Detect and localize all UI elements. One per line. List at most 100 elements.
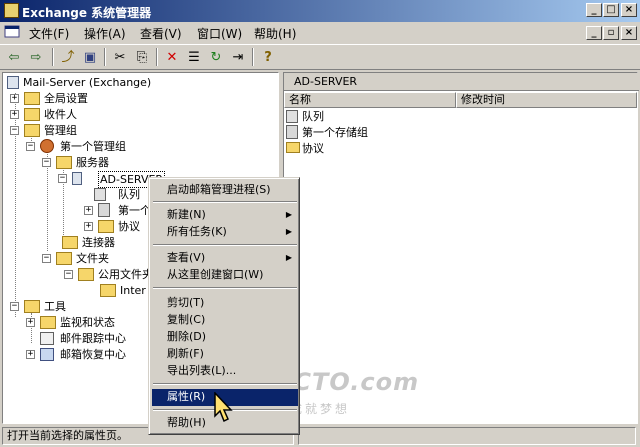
queue-icon xyxy=(286,110,298,123)
submenu-arrow-icon: ▶ xyxy=(285,227,292,236)
menu-view[interactable]: 查看(V) xyxy=(140,25,182,42)
menu-action[interactable]: 操作(A) xyxy=(84,25,126,42)
list-item-label: 队列 xyxy=(302,110,324,123)
mouse-cursor-icon xyxy=(214,392,233,423)
folder-icon xyxy=(40,316,56,329)
collapse-toggle[interactable]: − xyxy=(58,174,67,183)
menu-file[interactable]: 文件(F) xyxy=(29,25,69,42)
menu-separator xyxy=(153,383,297,385)
back-arrow-icon[interactable]: ⇦ xyxy=(4,48,24,67)
submenu-arrow-icon: ▶ xyxy=(285,253,292,262)
menu-item-start-mailbox-manager[interactable]: 启动邮箱管理进程(S) xyxy=(152,182,298,199)
show-hide-tree-icon[interactable]: ▣ xyxy=(80,48,100,67)
folder-icon xyxy=(24,300,40,313)
menu-item-copy[interactable]: 复制(C) xyxy=(152,312,298,329)
menu-separator xyxy=(153,244,297,246)
child-minimize-button[interactable]: _ xyxy=(586,26,602,40)
child-restore-button[interactable]: ▫ xyxy=(603,26,619,40)
tree-label: 文件夹 xyxy=(76,252,109,265)
forward-arrow-icon[interactable]: ⇨ xyxy=(26,48,46,67)
menu-item-label: 导出列表(L)... xyxy=(167,364,237,377)
menu-window[interactable]: 窗口(W) xyxy=(197,25,242,42)
server-icon xyxy=(72,172,82,185)
menu-item-new-window[interactable]: 从这里创建窗口(W) xyxy=(152,267,298,284)
expand-toggle[interactable]: + xyxy=(26,318,35,327)
admin-group-icon xyxy=(40,139,54,153)
expand-toggle[interactable]: + xyxy=(10,110,19,119)
tree-label: 监视和状态 xyxy=(60,316,115,329)
expand-toggle[interactable]: + xyxy=(84,206,93,215)
refresh-icon[interactable]: ↻ xyxy=(206,48,226,67)
menu-item-refresh[interactable]: 刷新(F) xyxy=(152,346,298,363)
folder-icon xyxy=(100,284,116,297)
message-tracking-icon xyxy=(40,332,54,345)
tree-label: 连接器 xyxy=(82,236,115,249)
toolbar-separator xyxy=(252,48,254,66)
maximize-button[interactable]: □ xyxy=(603,3,619,17)
submenu-arrow-icon: ▶ xyxy=(285,210,292,219)
window-title: Exchange 系统管理器 xyxy=(22,6,152,20)
list-item-label: 第一个存储组 xyxy=(302,126,368,139)
menu-bar: 文件(F) 操作(A) 查看(V) 窗口(W) 帮助(H) _ ▫ × xyxy=(0,22,640,43)
console-window-icon[interactable] xyxy=(4,24,20,40)
delete-icon[interactable]: ✕ xyxy=(162,48,182,67)
collapse-toggle[interactable]: − xyxy=(64,270,73,279)
folder-icon xyxy=(98,220,114,233)
queue-icon xyxy=(94,188,106,201)
copy-icon[interactable]: ⎘ xyxy=(132,48,152,67)
storage-group-icon xyxy=(286,125,298,139)
tree-label: 协议 xyxy=(118,220,140,233)
menu-item-view[interactable]: 查看(V) ▶ xyxy=(152,250,298,267)
details-pane-title: AD-SERVER xyxy=(284,73,639,91)
menu-item-all-tasks[interactable]: 所有任务(K) ▶ xyxy=(152,224,298,241)
menu-item-delete[interactable]: 删除(D) xyxy=(152,329,298,346)
tree-label: 收件人 xyxy=(44,108,77,121)
title-bar[interactable]: Exchange 系统管理器 _ □ × xyxy=(0,0,640,22)
exchange-app-icon xyxy=(4,3,19,18)
folder-icon xyxy=(56,156,72,169)
tree-label: 队列 xyxy=(118,188,140,201)
export-icon[interactable]: ⇥ xyxy=(228,48,248,67)
collapse-toggle[interactable]: − xyxy=(10,302,19,311)
menu-item-label: 删除(D) xyxy=(167,330,207,343)
menu-item-label: 刷新(F) xyxy=(167,347,204,360)
menu-item-cut[interactable]: 剪切(T) xyxy=(152,295,298,312)
help-icon[interactable]: ? xyxy=(258,48,278,67)
tree-root-label: Mail-Server (Exchange) xyxy=(23,76,152,89)
collapse-toggle[interactable]: − xyxy=(26,142,35,151)
storage-group-icon xyxy=(98,203,110,217)
expand-toggle[interactable]: + xyxy=(10,94,19,103)
tree-label: 管理组 xyxy=(44,124,77,137)
up-folder-icon[interactable]: ⤴ xyxy=(58,48,78,67)
column-header-modified[interactable]: 修改时间 xyxy=(456,92,637,108)
toolbar-separator xyxy=(52,48,54,66)
collapse-toggle[interactable]: − xyxy=(42,158,51,167)
menu-item-export-list[interactable]: 导出列表(L)... xyxy=(152,363,298,380)
expand-toggle[interactable]: + xyxy=(26,350,35,359)
collapse-toggle[interactable]: − xyxy=(10,126,19,135)
menu-help[interactable]: 帮助(H) xyxy=(254,25,296,42)
tree-label: 公用文件夹 xyxy=(98,268,153,281)
minimize-button[interactable]: _ xyxy=(586,3,602,17)
menu-item-label: 复制(C) xyxy=(167,313,206,326)
menu-separator xyxy=(153,201,297,203)
tree-label: 第一个管理组 xyxy=(60,140,126,153)
menu-item-new[interactable]: 新建(N) ▶ xyxy=(152,207,298,224)
tree-label: Inter xyxy=(120,284,146,297)
expand-toggle[interactable]: + xyxy=(84,222,93,231)
column-header-name[interactable]: 名称 xyxy=(284,92,456,108)
close-button[interactable]: × xyxy=(621,3,637,17)
menu-separator xyxy=(153,287,297,289)
menu-item-label: 帮助(H) xyxy=(167,416,206,429)
public-folder-icon xyxy=(78,268,94,281)
menu-item-label: 启动邮箱管理进程(S) xyxy=(167,183,271,196)
cut-icon[interactable]: ✂ xyxy=(110,48,130,67)
child-close-button[interactable]: × xyxy=(621,26,637,40)
menu-item-label: 所有任务(K) xyxy=(167,225,227,238)
status-bar: 打开当前选择的属性页。 xyxy=(0,425,640,447)
menu-item-label: 新建(N) xyxy=(167,208,206,221)
collapse-toggle[interactable]: − xyxy=(42,254,51,263)
properties-icon[interactable]: ☰ xyxy=(184,48,204,67)
folder-icon xyxy=(62,236,78,249)
folder-icon xyxy=(24,108,40,121)
